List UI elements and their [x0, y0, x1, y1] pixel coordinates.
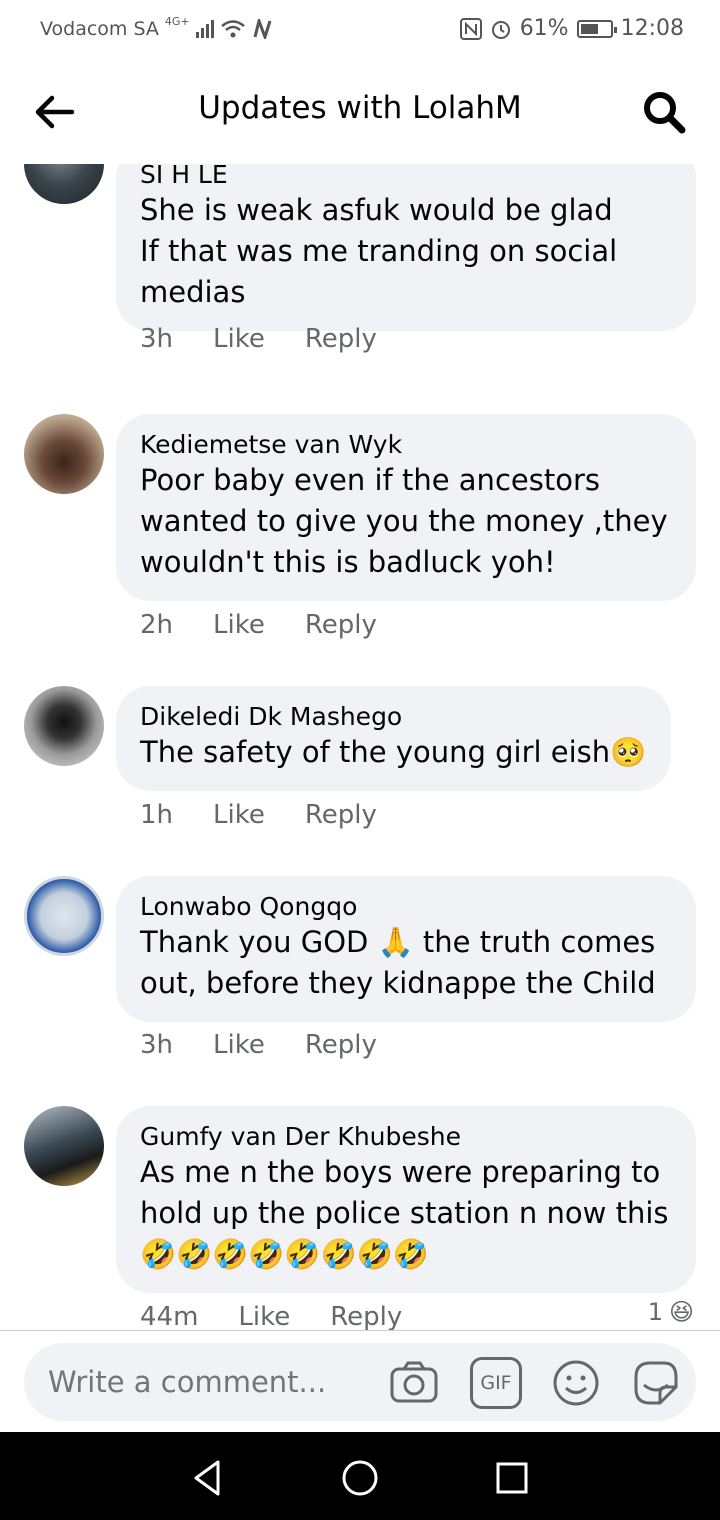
- comment-time: 1h: [140, 800, 174, 830]
- sticker-icon[interactable]: [630, 1357, 682, 1409]
- comment-text: Poor baby even if the ancestors wanted t…: [140, 460, 672, 583]
- commenter-name[interactable]: Gumfy van Der Khubeshe: [140, 1122, 672, 1152]
- commenter-name[interactable]: Lonwabo Qongqo: [140, 892, 672, 922]
- composer-box: GIF: [24, 1343, 696, 1421]
- comment-composer: GIF: [0, 1330, 720, 1432]
- comment-text: As me n the boys were preparing to hold …: [140, 1152, 672, 1275]
- comment-line: Poor baby even if the ancestors: [140, 463, 600, 497]
- reaction-count: 1: [647, 1298, 663, 1326]
- avatar[interactable]: [24, 686, 104, 766]
- comment-line: hold up the police station n now this: [140, 1196, 669, 1230]
- comment-bubble: Dikeledi Dk Mashego The safety of the yo…: [116, 686, 671, 791]
- back-triangle-icon[interactable]: [186, 1456, 230, 1500]
- app-header: Updates with LolahM: [0, 60, 720, 164]
- status-right: 61% 12:08: [459, 16, 684, 41]
- comment-line: wanted to give you the money ,they: [140, 504, 668, 538]
- comment-meta: 3h Like Reply: [140, 324, 377, 354]
- reply-button[interactable]: Reply: [305, 324, 377, 354]
- like-button[interactable]: Like: [213, 610, 265, 640]
- status-left: Vodacom SA 4G+: [40, 14, 274, 40]
- network-type: 4G+: [164, 14, 190, 28]
- comment-bubble: SI H LE She is weak asfuk would be glad …: [116, 164, 696, 331]
- commenter-name[interactable]: Dikeledi Dk Mashego: [140, 702, 647, 732]
- comment-bubble: Gumfy van Der Khubeshe As me n the boys …: [116, 1106, 696, 1293]
- comment-meta: 1h Like Reply: [140, 800, 377, 830]
- comment-meta: 2h Like Reply: [140, 610, 377, 640]
- recents-square-icon[interactable]: [490, 1456, 534, 1500]
- comment-line: As me n the boys were preparing to: [140, 1155, 661, 1189]
- comment-line: Thank you GOD 🙏 the truth comes: [140, 925, 656, 959]
- comment-line: The safety of the young girl eish🥺: [140, 735, 647, 769]
- comment-bubble: Kediemetse van Wyk Poor baby even if the…: [116, 414, 696, 601]
- reply-button[interactable]: Reply: [305, 610, 377, 640]
- comment-time: 44m: [140, 1302, 199, 1330]
- reaction-summary[interactable]: 1 😆: [648, 1298, 694, 1326]
- comment-line: 🤣🤣🤣🤣🤣🤣🤣🤣: [140, 1237, 429, 1271]
- battery-icon: [576, 19, 617, 38]
- emoji-icon[interactable]: [550, 1357, 602, 1409]
- reply-button[interactable]: Reply: [330, 1302, 402, 1330]
- avatar[interactable]: [24, 1106, 104, 1186]
- clock: 12:08: [620, 16, 684, 41]
- comment-text: She is weak asfuk would be glad If that …: [140, 190, 672, 313]
- status-bar: Vodacom SA 4G+ 61% 12:08: [0, 0, 720, 60]
- battery-percent: 61%: [519, 16, 569, 41]
- comment-line: If that was me tranding on social: [140, 234, 618, 268]
- commenter-name[interactable]: Kediemetse van Wyk: [140, 430, 672, 460]
- signal-icon: [195, 20, 214, 38]
- comment-text: Thank you GOD 🙏 the truth comes out, bef…: [140, 922, 672, 1004]
- reply-button[interactable]: Reply: [305, 1030, 377, 1060]
- comment-time: 3h: [140, 324, 174, 354]
- system-nav-bar: [0, 1432, 720, 1520]
- comment-line: medias: [140, 275, 246, 309]
- comment-line: wouldn't this is badluck yoh!: [140, 545, 556, 579]
- comment-text: The safety of the young girl eish🥺: [140, 732, 647, 773]
- like-button[interactable]: Like: [213, 800, 265, 830]
- avatar[interactable]: [24, 164, 104, 204]
- like-button[interactable]: Like: [213, 1030, 265, 1060]
- gif-label: GIF: [480, 1372, 512, 1394]
- search-icon[interactable]: [640, 88, 688, 136]
- comment-line: out, before they kidnappe the Child: [140, 966, 656, 1000]
- commenter-name[interactable]: SI H LE: [140, 164, 672, 190]
- comment-line: She is weak asfuk would be glad: [140, 193, 613, 227]
- comments-list: SI H LE She is weak asfuk would be glad …: [0, 164, 720, 1330]
- laughing-emoji-icon: 😆: [668, 1298, 694, 1326]
- comment-meta: 3h Like Reply: [140, 1030, 377, 1060]
- wifi-icon: [220, 20, 245, 38]
- alarm-icon: [491, 20, 510, 39]
- reply-button[interactable]: Reply: [305, 800, 377, 830]
- gif-icon[interactable]: GIF: [470, 1357, 522, 1409]
- comment-time: 3h: [140, 1030, 174, 1060]
- home-circle-icon[interactable]: [338, 1456, 382, 1500]
- avatar[interactable]: [24, 876, 104, 956]
- comment-time: 2h: [140, 610, 174, 640]
- comment-meta: 44m Like Reply: [140, 1302, 402, 1330]
- carrier-name: Vodacom SA: [40, 18, 159, 40]
- comment-input[interactable]: [48, 1365, 378, 1399]
- like-button[interactable]: Like: [238, 1302, 290, 1330]
- nfc-icon: [459, 17, 482, 40]
- avatar[interactable]: [24, 414, 104, 494]
- nfc-n-icon: [253, 19, 272, 39]
- page-title: Updates with LolahM: [198, 90, 522, 126]
- comment-bubble: Lonwabo Qongqo Thank you GOD 🙏 the truth…: [116, 876, 696, 1022]
- like-button[interactable]: Like: [213, 324, 265, 354]
- camera-icon[interactable]: [388, 1357, 440, 1409]
